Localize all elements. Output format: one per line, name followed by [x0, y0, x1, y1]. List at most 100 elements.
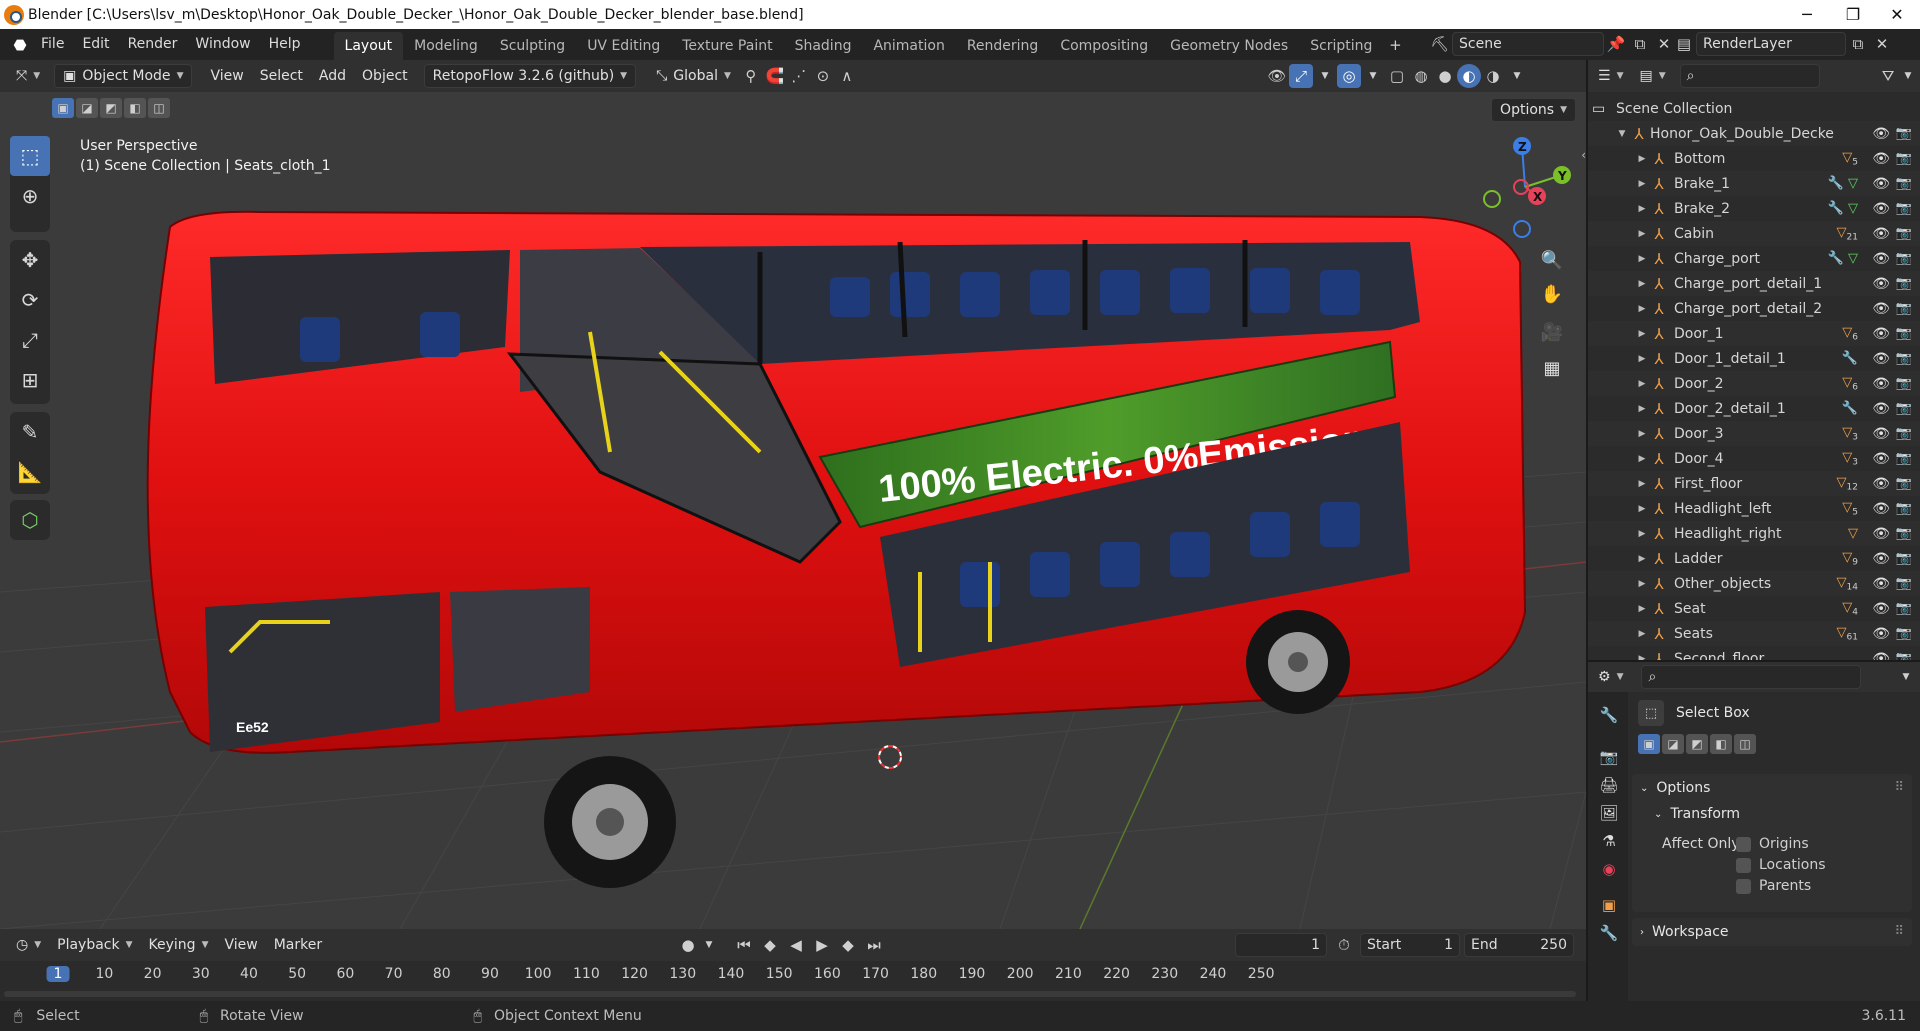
visibility-eye-icon[interactable]: 👁 [1872, 501, 1890, 517]
blender-menu-icon[interactable]: ⬣ [8, 33, 32, 57]
new-scene-icon[interactable]: ⧉ [1628, 32, 1652, 56]
prev-keyframe-icon[interactable]: ◆ [758, 933, 782, 957]
outliner-item[interactable]: ▶ ⅄ Ladder ▽9 👁 📷 [1588, 546, 1920, 571]
render-camera-icon[interactable]: 📷 [1896, 251, 1912, 266]
render-camera-icon[interactable]: 📷 [1896, 526, 1912, 541]
start-frame-field[interactable]: Start 1 [1360, 933, 1460, 957]
outliner-item[interactable]: ▶ ⅄ Seats ▽61 👁 📷 [1588, 621, 1920, 646]
outliner-search-input[interactable]: ⌕ [1679, 64, 1820, 88]
rendered-shading-icon[interactable]: ◑ [1481, 64, 1505, 88]
shading-dropdown-icon[interactable]: ▼ [1505, 64, 1529, 88]
visibility-eye-icon[interactable]: 👁 [1872, 426, 1890, 442]
3d-viewport[interactable]: 100% Electric. 0%Emissions. Ee52 User Pe… [0, 92, 1586, 929]
mesh-data-icon[interactable]: ▽ [1848, 251, 1858, 266]
annotate-tool-icon[interactable]: ✎ [10, 412, 50, 452]
gizmo-dropdown-icon[interactable]: ▼ [1313, 64, 1337, 88]
xray-icon[interactable]: ▢ [1385, 64, 1409, 88]
modifier-wrench-icon[interactable]: 🔧 [1828, 251, 1844, 266]
render-camera-icon[interactable]: 📷 [1896, 501, 1912, 516]
menu-edit[interactable]: Edit [73, 29, 118, 60]
tab-rendering[interactable]: Rendering [956, 32, 1050, 60]
render-camera-icon[interactable]: 📷 [1896, 226, 1912, 241]
render-camera-icon[interactable]: 📷 [1896, 176, 1912, 191]
outliner-item[interactable]: ▶ ⅄ Door_1 ▽6 👁 📷 [1588, 321, 1920, 346]
output-tab-icon[interactable]: 🖨 [1596, 772, 1622, 798]
outliner-item[interactable]: ▶ ⅄ Brake_2 🔧 ▽ 👁 📷 [1588, 196, 1920, 221]
select-invert-icon[interactable]: ◧ [124, 98, 146, 118]
expand-right-icon[interactable]: ▶ [1636, 179, 1648, 189]
expand-right-icon[interactable]: ▶ [1636, 254, 1648, 264]
select-extend-icon[interactable]: ◪ [76, 98, 98, 118]
timeline-editor-type[interactable]: ◷ ▼ [8, 933, 49, 957]
visibility-eye-icon[interactable]: 👁 [1872, 601, 1890, 617]
mesh-children-icon[interactable]: ▽6 [1842, 325, 1858, 343]
menu-view[interactable]: View [202, 64, 251, 88]
visibility-eye-icon[interactable]: 👁 [1872, 226, 1890, 242]
expand-right-icon[interactable]: ▶ [1636, 404, 1648, 414]
outliner-item[interactable]: ▶ ⅄ Door_1_detail_1 🔧 👁 📷 [1588, 346, 1920, 371]
expand-right-icon[interactable]: ▶ [1636, 329, 1648, 339]
snap-icon[interactable]: 🧲 [763, 64, 787, 88]
mesh-children-icon[interactable]: ▽14 [1837, 575, 1858, 593]
gizmo-toggle-icon[interactable]: ⤢ [1289, 64, 1313, 88]
camera-view-icon[interactable]: 🎥 [1536, 316, 1568, 348]
jump-start-icon[interactable]: ⏮ [732, 933, 756, 957]
tab-sculpting[interactable]: Sculpting [489, 32, 576, 60]
solid-shading-icon[interactable]: ● [1433, 64, 1457, 88]
tab-modeling[interactable]: Modeling [403, 32, 489, 60]
snap-target-icon[interactable]: ⋰ [787, 64, 811, 88]
pin-icon[interactable]: 📌 [1604, 32, 1628, 56]
expand-right-icon[interactable]: ▶ [1636, 304, 1648, 314]
visibility-eye-icon[interactable]: 👁 [1872, 251, 1890, 267]
proportional-edit-icon[interactable]: ⊙ [811, 64, 835, 88]
outliner-item[interactable]: ▶ ⅄ Door_2_detail_1 🔧 👁 📷 [1588, 396, 1920, 421]
render-camera-icon[interactable]: 📷 [1896, 301, 1912, 316]
modifier-wrench-icon[interactable]: 🔧 [1828, 176, 1844, 191]
mesh-children-icon[interactable]: ▽21 [1837, 225, 1858, 243]
pivot-icon[interactable]: ⚲ [739, 64, 763, 88]
expand-right-icon[interactable]: ▶ [1636, 379, 1648, 389]
transform-tool-icon[interactable]: ⊞ [10, 360, 50, 400]
retopoflow-dropdown[interactable]: RetopoFlow 3.2.6 (github) ▼ [423, 64, 637, 88]
mode-dropdown[interactable]: ▣ Object Mode ▼ [54, 64, 193, 88]
close-button[interactable]: ✕ [1874, 0, 1920, 29]
workspace-panel-header[interactable]: › Workspace [1640, 924, 1729, 940]
tab-texture-paint[interactable]: Texture Paint [671, 32, 783, 60]
menu-timeline-view[interactable]: View [216, 933, 265, 957]
tab-scripting[interactable]: Scripting [1299, 32, 1383, 60]
orientation-dropdown[interactable]: ⤡ Global ▼ [648, 64, 739, 88]
cursor-tool-icon[interactable]: ⊕ [10, 176, 50, 216]
rotate-tool-icon[interactable]: ⟳ [10, 280, 50, 320]
select-subtract-icon[interactable]: ◩ [100, 98, 122, 118]
add-cube-tool-icon[interactable]: ⬡ [10, 500, 50, 540]
outliner-item[interactable]: ▶ ⅄ Door_4 ▽3 👁 📷 [1588, 446, 1920, 471]
mesh-children-icon[interactable]: ▽3 [1842, 450, 1858, 468]
expand-right-icon[interactable]: ▶ [1636, 204, 1648, 214]
tab-compositing[interactable]: Compositing [1049, 32, 1159, 60]
overlay-toggle-icon[interactable]: ◎ [1337, 64, 1361, 88]
properties-search-input[interactable]: ⌕ [1641, 665, 1862, 689]
transform-subpanel-header[interactable]: ⌄ Transform [1654, 806, 1740, 822]
render-camera-icon[interactable]: 📷 [1896, 201, 1912, 216]
minimize-button[interactable]: ─ [1784, 0, 1830, 29]
outliner-item[interactable]: ▶ ⅄ Other_objects ▽14 👁 📷 [1588, 571, 1920, 596]
modifier-wrench-icon[interactable]: 🔧 [1828, 201, 1844, 216]
outliner-item[interactable]: ▶ ⅄ Cabin ▽21 👁 📷 [1588, 221, 1920, 246]
mesh-children-icon[interactable]: ▽3 [1842, 425, 1858, 443]
play-reverse-icon[interactable]: ◀ [784, 933, 808, 957]
current-frame-field[interactable]: 1 [1235, 933, 1327, 957]
view-layer-tab-icon[interactable]: 🖼 [1596, 800, 1622, 826]
render-camera-icon[interactable]: 📷 [1896, 326, 1912, 341]
object-tab-icon[interactable]: ▣ [1596, 892, 1622, 918]
expand-right-icon[interactable]: ▶ [1636, 354, 1648, 364]
properties-options-icon[interactable]: ▼ [1894, 665, 1918, 689]
visibility-eye-icon[interactable]: 👁 [1872, 326, 1890, 342]
measure-tool-icon[interactable]: 📐 [10, 452, 50, 492]
stopwatch-icon[interactable]: ⏱ [1332, 933, 1356, 957]
tool-mode-extend-icon[interactable]: ◪ [1662, 734, 1684, 754]
render-camera-icon[interactable]: 📷 [1896, 576, 1912, 591]
drag-handle-icon[interactable]: ⠿ [1894, 780, 1904, 795]
menu-marker[interactable]: Marker [266, 933, 330, 957]
menu-render[interactable]: Render [119, 29, 187, 60]
outliner-item[interactable]: ▶ ⅄ Charge_port 🔧 ▽ 👁 📷 [1588, 246, 1920, 271]
